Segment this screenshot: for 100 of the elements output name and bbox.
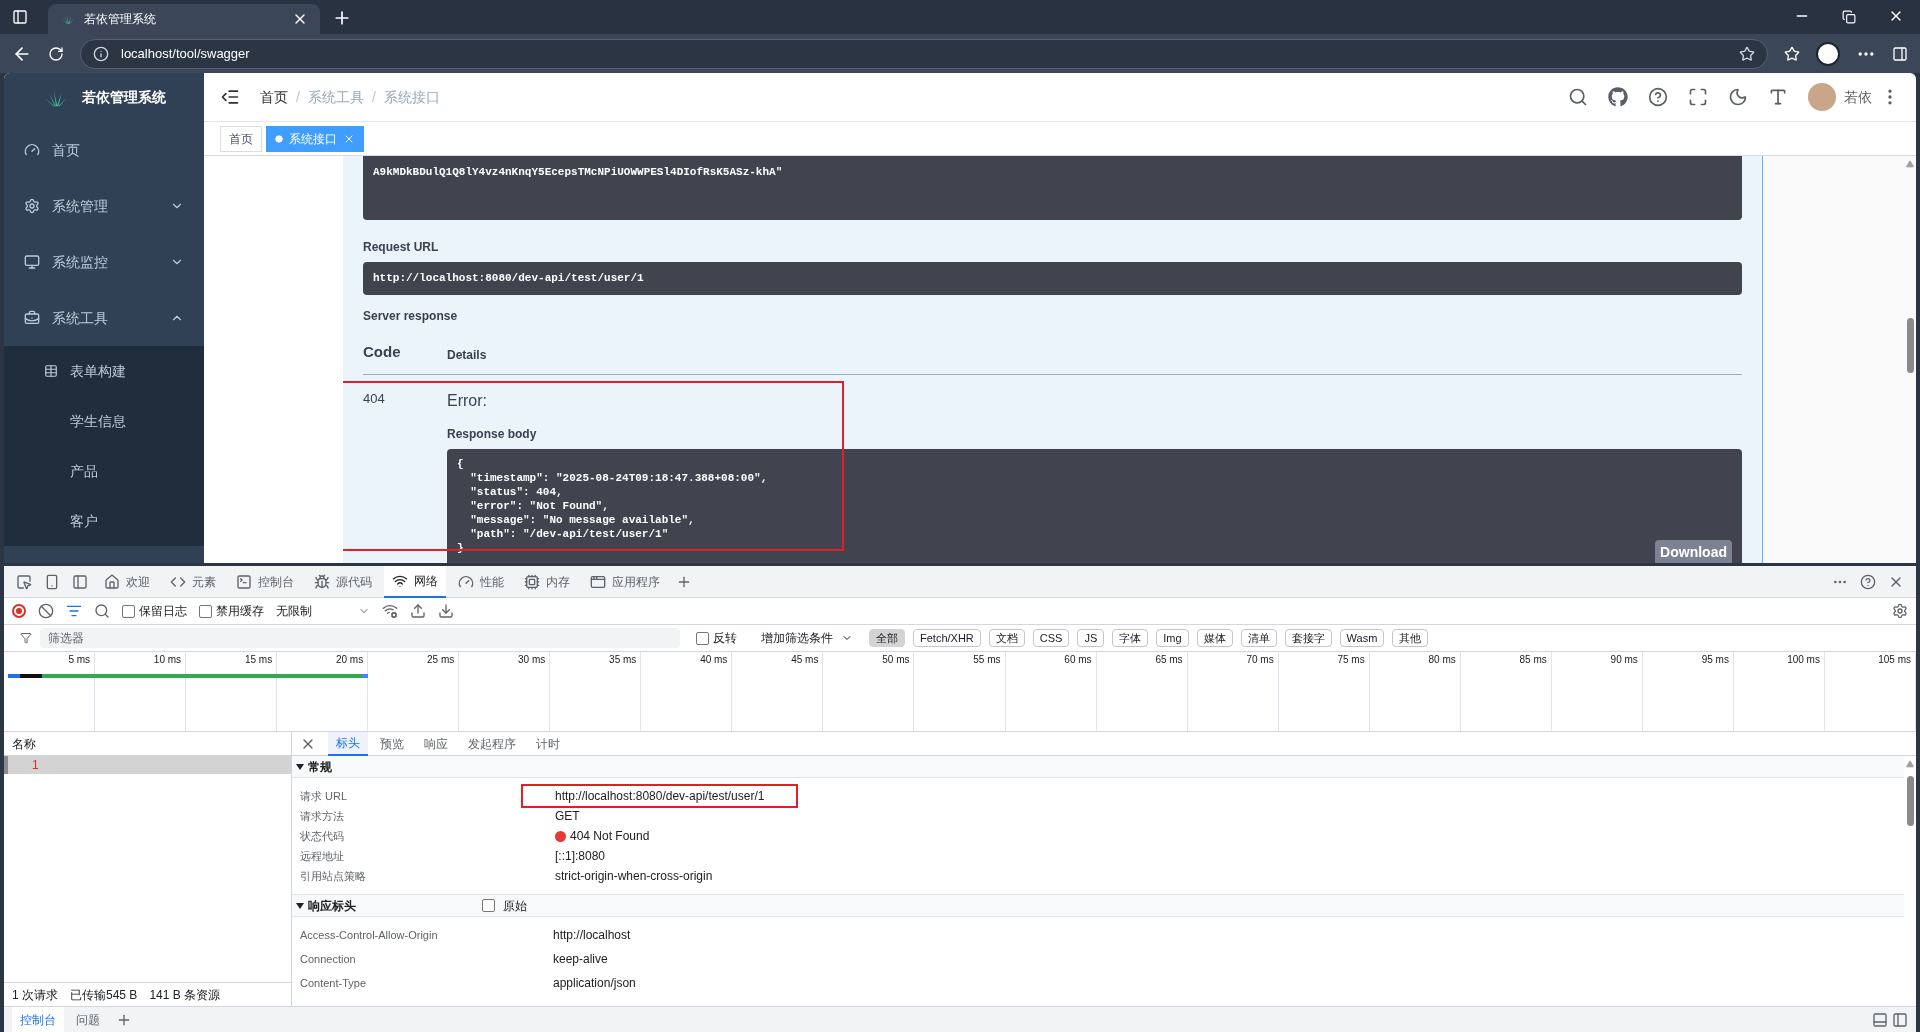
reload-icon[interactable] [48, 45, 64, 62]
drawer-tab[interactable]: 问题 [68, 1006, 108, 1032]
monitor-icon [24, 254, 40, 270]
devtools-tab[interactable]: 源代码 [306, 566, 380, 598]
type-filter-chip[interactable]: Fetch/XHR [913, 629, 981, 647]
devtools-tab[interactable]: 应用程序 [582, 566, 668, 598]
option-label: 反转 [713, 630, 737, 647]
throttle-select[interactable]: 无限制 [276, 602, 346, 620]
import-icon[interactable] [410, 603, 426, 619]
triangle-icon [296, 763, 304, 770]
clear-icon[interactable] [38, 603, 54, 619]
browser-tab[interactable]: 若依管理系统 [48, 4, 320, 34]
hamburger-icon[interactable] [220, 87, 240, 107]
sidebar-item[interactable]: 首页 [4, 122, 204, 178]
dock-icon[interactable] [1872, 1011, 1888, 1028]
download-button[interactable]: Download [1655, 539, 1732, 563]
type-filter-chip[interactable]: 文档 [988, 629, 1025, 647]
settings-icon[interactable] [1892, 603, 1908, 619]
section-header[interactable]: 响应标头 原始 [292, 895, 1904, 917]
breadcrumb-item[interactable]: 首页 [260, 86, 288, 108]
timeline-tick: 55 ms [973, 653, 1001, 667]
gauge-icon [458, 573, 474, 590]
timeline-tick: 25 ms [427, 653, 455, 667]
panel-icon[interactable] [72, 573, 88, 590]
breadcrumb-item: 系统工具 [307, 87, 364, 107]
search-icon[interactable] [1568, 87, 1588, 107]
timeline-tick: 75 ms [1337, 653, 1365, 667]
devtools-tab[interactable]: 内存 [516, 566, 578, 598]
record-button[interactable] [12, 604, 26, 618]
devtools-tab[interactable]: 性能 [450, 566, 512, 598]
network-settings-icon[interactable] [382, 603, 398, 619]
devtools-tab[interactable]: 网络 [384, 566, 446, 598]
status-code: 404 [363, 389, 386, 408]
help-icon[interactable] [1648, 87, 1668, 107]
address-field[interactable]: localhost/tool/swagger [80, 38, 1768, 69]
inspect-icon[interactable] [16, 573, 32, 590]
terminal-icon [236, 573, 252, 590]
request-url: http://localhost:8080/dev-api/test/user/1 [373, 271, 644, 287]
detail-tab[interactable]: 计时 [528, 731, 568, 756]
detail-tab[interactable]: 预览 [372, 731, 412, 756]
favorites-icon[interactable] [1784, 45, 1800, 62]
checkbox[interactable] [482, 899, 495, 912]
scrollbar-thumb[interactable] [1906, 776, 1914, 826]
sidebar-item[interactable]: 系统工具 [4, 290, 204, 346]
type-filter-chip[interactable]: 媒体 [1196, 629, 1233, 647]
devtools-tab[interactable]: 元素 [162, 566, 224, 598]
timeline-tick: 95 ms [1701, 653, 1729, 667]
search-icon[interactable] [94, 603, 110, 619]
detail-tab[interactable]: 标头 [328, 731, 368, 756]
detail-tab[interactable]: 响应 [416, 731, 456, 756]
detail-tab[interactable]: 发起程序 [460, 731, 524, 756]
section-header[interactable]: 常规 [292, 756, 1904, 778]
submenu-item[interactable]: 学生信息 [4, 396, 204, 446]
device-icon[interactable] [44, 573, 60, 590]
submenu-item[interactable]: 表单构建 [4, 346, 204, 396]
filter-field[interactable]: 筛选器 [40, 628, 680, 648]
restore-icon[interactable] [1842, 10, 1856, 24]
type-filter-chip[interactable]: Wasm [1339, 629, 1385, 647]
drawer-icon[interactable] [1892, 1011, 1908, 1028]
submenu-item[interactable]: 客户 [4, 496, 204, 546]
add-filter-button[interactable]: 增加筛选条件 [761, 629, 833, 647]
type-filter-chip[interactable]: JS [1077, 629, 1105, 647]
submenu-item[interactable]: 产品 [4, 446, 204, 496]
export-icon[interactable] [438, 603, 454, 619]
sidebar-item[interactable]: 系统管理 [4, 178, 204, 234]
info-icon[interactable] [93, 45, 109, 62]
option-label: 保留日志 [139, 603, 187, 620]
type-filter-chip[interactable]: 清单 [1240, 629, 1277, 647]
help-icon[interactable] [1860, 573, 1876, 590]
checkbox[interactable] [122, 604, 135, 618]
sidebar-item[interactable]: 系统监控 [4, 234, 204, 290]
user-name[interactable]: 若依 [1844, 86, 1872, 108]
type-filter-chip[interactable]: 其他 [1392, 629, 1429, 647]
scroll-up-icon[interactable] [1906, 760, 1914, 768]
header-name: Connection [300, 951, 357, 967]
moon-icon[interactable] [1728, 87, 1748, 107]
type-filter-chip[interactable]: CSS [1032, 629, 1070, 647]
scrollbar-thumb[interactable] [1907, 318, 1914, 373]
type-filter-chip[interactable]: Img [1156, 629, 1189, 647]
devtools-tab[interactable]: 欢迎 [96, 566, 158, 598]
checkbox[interactable] [696, 631, 709, 645]
type-filter-chip[interactable]: 全部 [869, 629, 905, 647]
github-icon[interactable] [1608, 87, 1628, 107]
type-filter-chip[interactable]: 字体 [1112, 629, 1149, 647]
devtools-tab[interactable]: 控制台 [228, 566, 302, 598]
profile-avatar[interactable] [1816, 41, 1840, 66]
section-label: Server response [363, 308, 458, 325]
filter-icon[interactable] [66, 603, 82, 619]
fullscreen-icon[interactable] [1688, 87, 1708, 107]
header-value: strict-origin-when-cross-origin [555, 868, 713, 885]
header-value: GET [555, 808, 580, 825]
star-icon[interactable] [1739, 45, 1755, 62]
sidebar-toggle-icon[interactable] [1892, 45, 1908, 62]
checkbox[interactable] [199, 604, 212, 618]
tag-tab[interactable]: 首页 [220, 125, 262, 152]
timeline-tick: 35 ms [609, 653, 637, 667]
timeline-tick: 10 ms [153, 653, 182, 667]
drawer-tab[interactable]: 控制台 [12, 1006, 64, 1032]
font-size-icon[interactable] [1768, 87, 1788, 107]
type-filter-chip[interactable]: 套接字 [1284, 629, 1332, 647]
